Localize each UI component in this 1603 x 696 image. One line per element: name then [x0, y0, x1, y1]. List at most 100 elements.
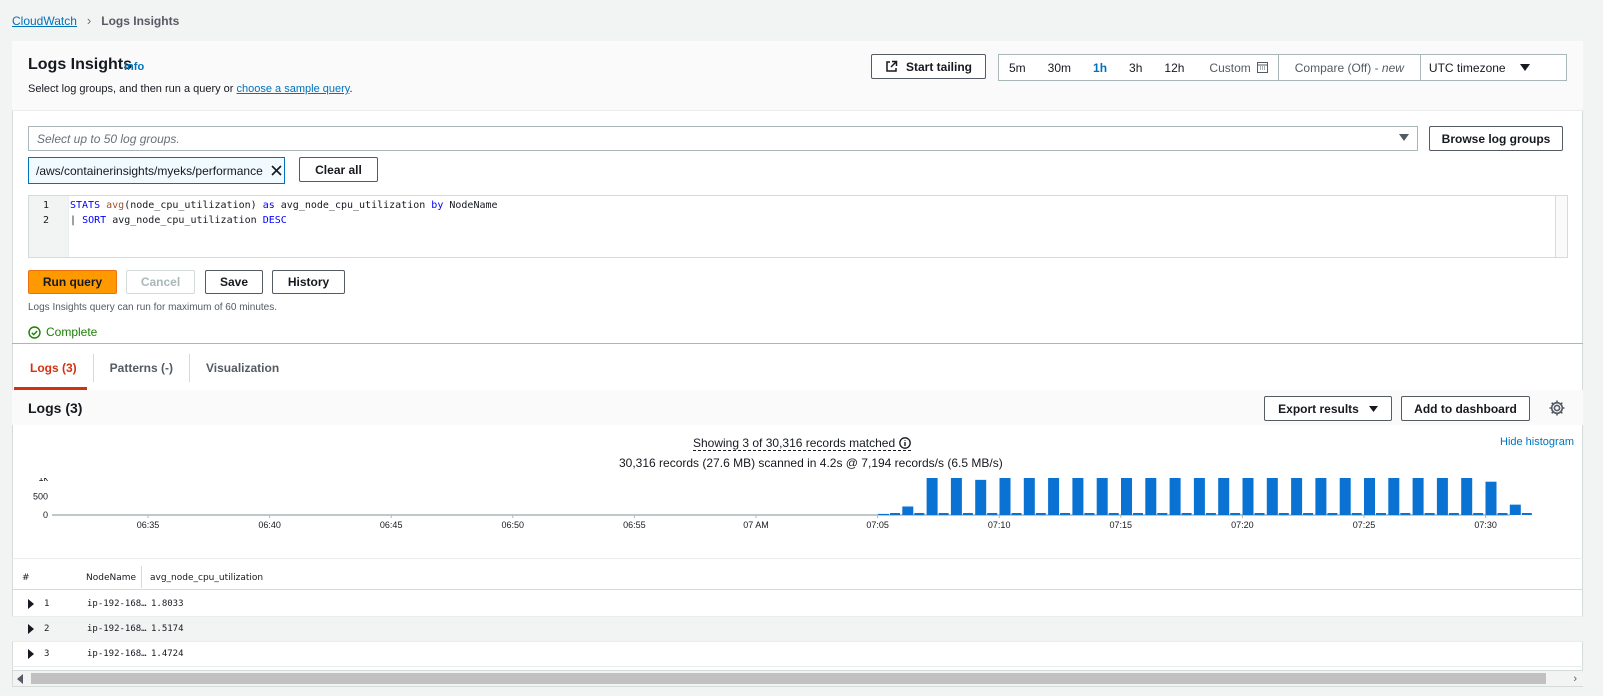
run-query-button[interactable]: Run query [28, 270, 117, 294]
row-cpu-value: 1.4724 [151, 649, 184, 659]
histogram-bar-low [1278, 513, 1289, 515]
x-tick-label: 07:05 [866, 520, 889, 530]
function-args: (node_cpu_utilization) [124, 200, 257, 211]
histogram-bar-low [1424, 513, 1435, 515]
query-line-1: STATS avg(node_cpu_utilization) as avg_n… [70, 200, 498, 211]
histogram-bar-low [1376, 513, 1386, 515]
histogram-bar-low [1011, 513, 1022, 515]
histogram-bar [1242, 478, 1254, 515]
histogram-bar-low [1448, 513, 1459, 515]
scroll-right-icon[interactable]: › [1573, 674, 1577, 685]
histogram-bar [1218, 478, 1230, 515]
column-separator [141, 566, 142, 588]
histogram-bar-low [1084, 513, 1095, 515]
compare-toggle[interactable]: Compare (Off) - new [1279, 61, 1420, 75]
histogram-bar-low [962, 513, 973, 515]
row-index: 1 [44, 599, 50, 609]
scrollbar-thumb[interactable] [31, 673, 1546, 684]
time-range-5m[interactable]: 5m [999, 61, 1037, 75]
hide-histogram-link[interactable]: Hide histogram [1500, 436, 1574, 448]
scroll-left-icon[interactable] [17, 674, 23, 684]
status-label: Complete [46, 325, 98, 339]
column-header-nodename[interactable]: NodeName [86, 573, 136, 583]
histogram-bar [1023, 478, 1035, 515]
start-tailing-label: Start tailing [905, 59, 972, 74]
info-icon[interactable] [899, 437, 911, 449]
subtitle-suffix: . [349, 83, 353, 95]
query-status: Complete [28, 325, 97, 339]
x-tick-label: 07 AM [743, 520, 769, 530]
timezone-select[interactable]: UTC timezone [1421, 61, 1530, 75]
time-range-1h[interactable]: 1h [1082, 61, 1118, 75]
page-subtitle: Select log groups, and then run a query … [28, 83, 353, 95]
time-range-3h[interactable]: 3h [1118, 61, 1153, 75]
table-row[interactable]: 2 ip-192-168… 1.5174 [12, 617, 1583, 642]
horizontal-scrollbar[interactable]: › [13, 670, 1583, 686]
tab-patterns[interactable]: Patterns (-) [94, 354, 191, 382]
column-header-cpu[interactable]: avg_node_cpu_utilization [150, 573, 263, 583]
histogram-bar [1193, 478, 1205, 515]
histogram-bar-low [1108, 513, 1119, 515]
histogram-bar [1461, 478, 1473, 515]
breadcrumb-cloudwatch-link[interactable]: CloudWatch [12, 14, 77, 28]
histogram-bar-low [1497, 513, 1508, 515]
histogram-bar-low [1521, 513, 1532, 515]
keyword: by [431, 200, 444, 211]
time-range-selector: 5m 30m 1h 3h 12h Custom Compare (Off) - … [998, 54, 1567, 81]
browse-log-groups-button[interactable]: Browse log groups [1429, 126, 1563, 151]
chevron-right-icon: › [86, 13, 92, 28]
expand-row-icon[interactable] [28, 599, 34, 609]
clear-all-button[interactable]: Clear all [299, 157, 378, 182]
cancel-button[interactable]: Cancel [126, 270, 195, 294]
expand-row-icon[interactable] [28, 624, 34, 634]
tab-visualization[interactable]: Visualization [190, 354, 295, 382]
section-divider [12, 343, 1583, 344]
info-link[interactable]: Info [124, 61, 144, 73]
records-matched-label: Showing 3 of 30,316 records matched [693, 436, 896, 450]
editor-scrollbar[interactable] [1555, 196, 1567, 257]
column-header-index: # [22, 573, 30, 583]
table-row[interactable]: 3 ip-192-168… 1.4724 [12, 642, 1583, 667]
gear-icon[interactable] [1548, 399, 1566, 417]
x-tick-label: 06:40 [258, 520, 281, 530]
query-duration-note: Logs Insights query can run for maximum … [28, 302, 278, 313]
log-group-select[interactable]: Select up to 50 log groups. [28, 126, 1418, 151]
history-button[interactable]: History [272, 270, 345, 294]
time-range-12h[interactable]: 12h [1153, 61, 1195, 75]
export-results-button[interactable]: Export results [1264, 396, 1392, 421]
time-range-30m[interactable]: 30m [1037, 61, 1082, 75]
histogram-bar [878, 513, 889, 515]
histogram-bar [1291, 478, 1303, 515]
histogram-bar-low [1157, 513, 1168, 515]
x-tick-label: 07:25 [1353, 520, 1376, 530]
table-row[interactable]: 1 ip-192-168… 1.8033 [12, 592, 1583, 617]
row-index: 3 [44, 649, 50, 659]
x-tick-label: 07:10 [988, 520, 1011, 530]
page-title: Logs Insights [28, 56, 132, 73]
query-editor[interactable]: 1 2 STATS avg(node_cpu_utilization) as a… [28, 195, 1568, 258]
records-matched: Showing 3 of 30,316 records matched [693, 436, 912, 451]
tab-logs[interactable]: Logs (3) [14, 354, 94, 382]
compare-label: Compare (Off) - [1294, 60, 1382, 75]
keyword: as [262, 200, 275, 211]
row-cpu-value: 1.8033 [151, 599, 184, 609]
histogram-bar [975, 479, 987, 515]
calendar-icon [1256, 62, 1268, 73]
results-title: Logs (3) [28, 400, 83, 416]
close-icon[interactable] [271, 165, 282, 176]
keyword: DESC [262, 215, 287, 226]
x-tick-label: 06:45 [380, 520, 403, 530]
custom-range-button[interactable]: Custom [1195, 61, 1268, 75]
histogram-bar [1072, 478, 1084, 515]
x-tick-label: 06:50 [502, 520, 525, 530]
x-tick-label: 07:30 [1474, 520, 1497, 530]
row-cpu-value: 1.5174 [151, 624, 184, 634]
log-group-placeholder: Select up to 50 log groups. [37, 131, 180, 146]
add-to-dashboard-button[interactable]: Add to dashboard [1401, 396, 1530, 421]
histogram-bar-low [1327, 513, 1338, 515]
sample-query-link[interactable]: choose a sample query [237, 83, 350, 95]
x-tick-label: 07:15 [1110, 520, 1133, 530]
start-tailing-button[interactable]: Start tailing [871, 54, 986, 79]
expand-row-icon[interactable] [28, 649, 34, 659]
save-button[interactable]: Save [205, 270, 263, 294]
